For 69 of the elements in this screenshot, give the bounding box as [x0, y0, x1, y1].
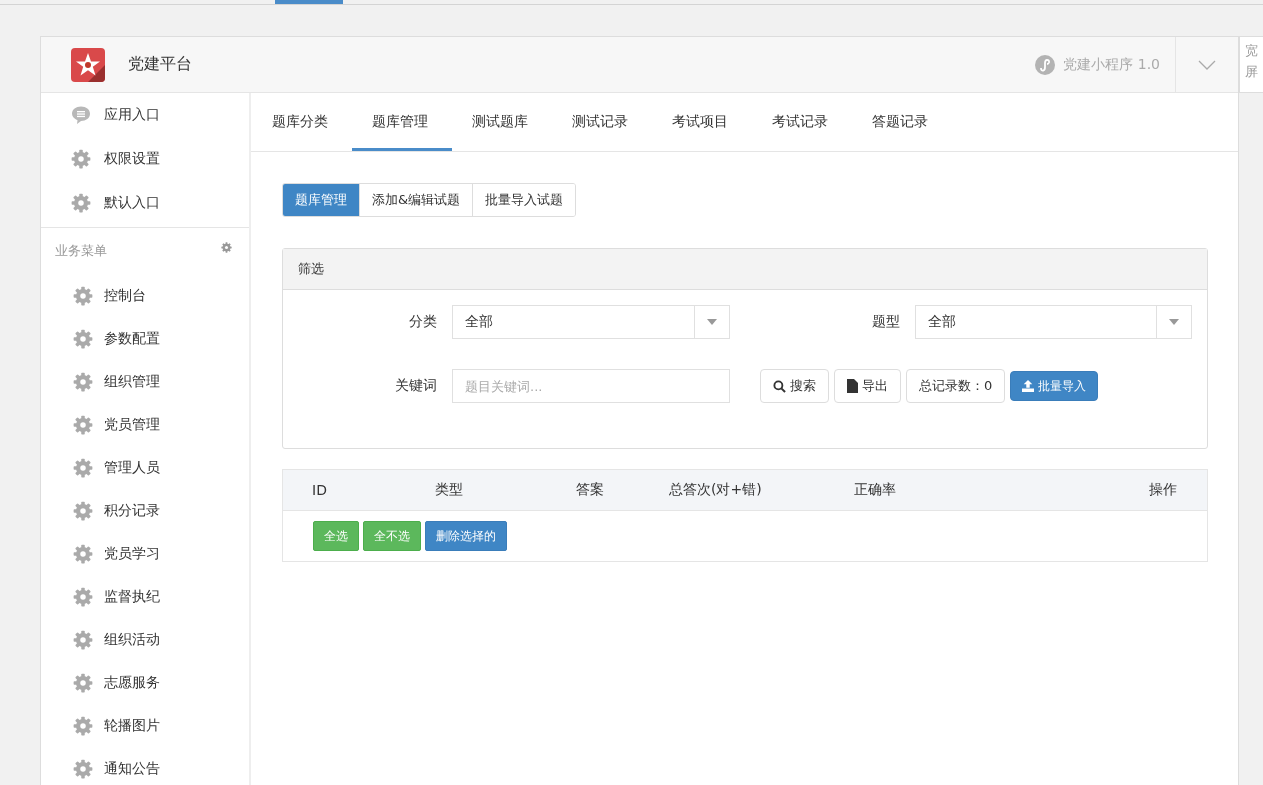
- caret-icon: [1169, 319, 1179, 325]
- sidebar-item[interactable]: 积分记录: [41, 489, 249, 532]
- gear-icon: [73, 457, 93, 478]
- gear-icon: [73, 715, 93, 736]
- tab[interactable]: 题库管理: [352, 93, 452, 151]
- sidebar-item[interactable]: 管理人员: [41, 446, 249, 489]
- search-icon: [773, 379, 786, 393]
- field-label: 分类: [408, 313, 437, 331]
- tab[interactable]: 测试记录: [552, 93, 652, 151]
- gear-icon[interactable]: [221, 241, 232, 253]
- panel-title: 筛选: [298, 260, 324, 278]
- sidebar-item[interactable]: 参数配置: [41, 317, 249, 360]
- gear-icon: [73, 285, 93, 306]
- section-title: 业务菜单: [55, 242, 107, 260]
- sidebar-item[interactable]: 权限设置: [41, 137, 249, 181]
- gear-icon: [73, 414, 93, 435]
- gear-icon: [73, 758, 93, 779]
- table-action-button[interactable]: 删除选择的: [425, 521, 507, 551]
- link-icon: [1035, 54, 1056, 75]
- field-label: 题型: [871, 313, 900, 331]
- column-header: 总答次(对+错): [669, 481, 763, 499]
- sidebar-item[interactable]: 应用入口: [41, 93, 249, 137]
- select-field[interactable]: 全部: [452, 305, 730, 339]
- sidebar-item[interactable]: 监督执纪: [41, 575, 249, 618]
- chat-bubble-icon: [71, 105, 91, 125]
- tab[interactable]: 考试项目: [652, 93, 752, 151]
- upload-icon: [1022, 380, 1035, 392]
- column-header: 操作: [1149, 481, 1177, 499]
- tab[interactable]: 测试题库: [452, 93, 552, 151]
- chevron-down-icon: [1198, 59, 1216, 70]
- column-header: 答案: [576, 481, 605, 499]
- gear-icon: [73, 586, 93, 607]
- gear-icon: [73, 672, 93, 693]
- gear-icon: [73, 629, 93, 650]
- tab[interactable]: 题库分类: [252, 93, 352, 151]
- record-count: 总记录数：0: [906, 369, 1006, 403]
- sidebar-item[interactable]: 党员学习: [41, 532, 249, 575]
- export-button[interactable]: 导出: [834, 369, 901, 403]
- tab[interactable]: 答题记录: [852, 93, 952, 151]
- column-header: 正确率: [854, 481, 897, 499]
- gear-icon: [71, 193, 91, 213]
- tab[interactable]: 考试记录: [752, 93, 852, 151]
- batch-import-button[interactable]: 批量导入: [1010, 371, 1099, 401]
- star-logo-icon: [71, 47, 105, 82]
- gear-icon: [73, 500, 93, 521]
- gear-icon: [71, 149, 91, 169]
- gear-icon: [73, 543, 93, 564]
- sidebar-item[interactable]: 志愿服务: [41, 661, 249, 704]
- gear-icon: [73, 371, 93, 392]
- caret-icon: [707, 319, 717, 325]
- sidebar-item[interactable]: 控制台: [41, 274, 249, 317]
- segment-tab[interactable]: 题库管理: [283, 184, 359, 216]
- segment-tab[interactable]: 批量导入试题: [472, 184, 576, 216]
- search-input-field[interactable]: 题目关键词...: [452, 369, 730, 403]
- sidebar-item[interactable]: 组织活动: [41, 618, 249, 661]
- file-icon: [847, 379, 858, 393]
- gear-icon: [73, 328, 93, 349]
- app-title: 党建平台: [128, 54, 192, 75]
- sidebar-item[interactable]: 组织管理: [41, 360, 249, 403]
- sidebar-item[interactable]: 轮播图片: [41, 704, 249, 747]
- select-field[interactable]: 全部: [915, 305, 1192, 339]
- top-tab-indicator: [275, 0, 343, 4]
- column-header: ID: [312, 482, 328, 498]
- sidebar-item[interactable]: 通知公告: [41, 747, 249, 785]
- search-button[interactable]: 搜索: [760, 369, 829, 403]
- field-label: 关键词: [394, 377, 437, 395]
- sidebar-item[interactable]: 默认入口: [41, 181, 249, 225]
- column-header: 类型: [435, 481, 464, 499]
- sidebar-item[interactable]: 党员管理: [41, 403, 249, 446]
